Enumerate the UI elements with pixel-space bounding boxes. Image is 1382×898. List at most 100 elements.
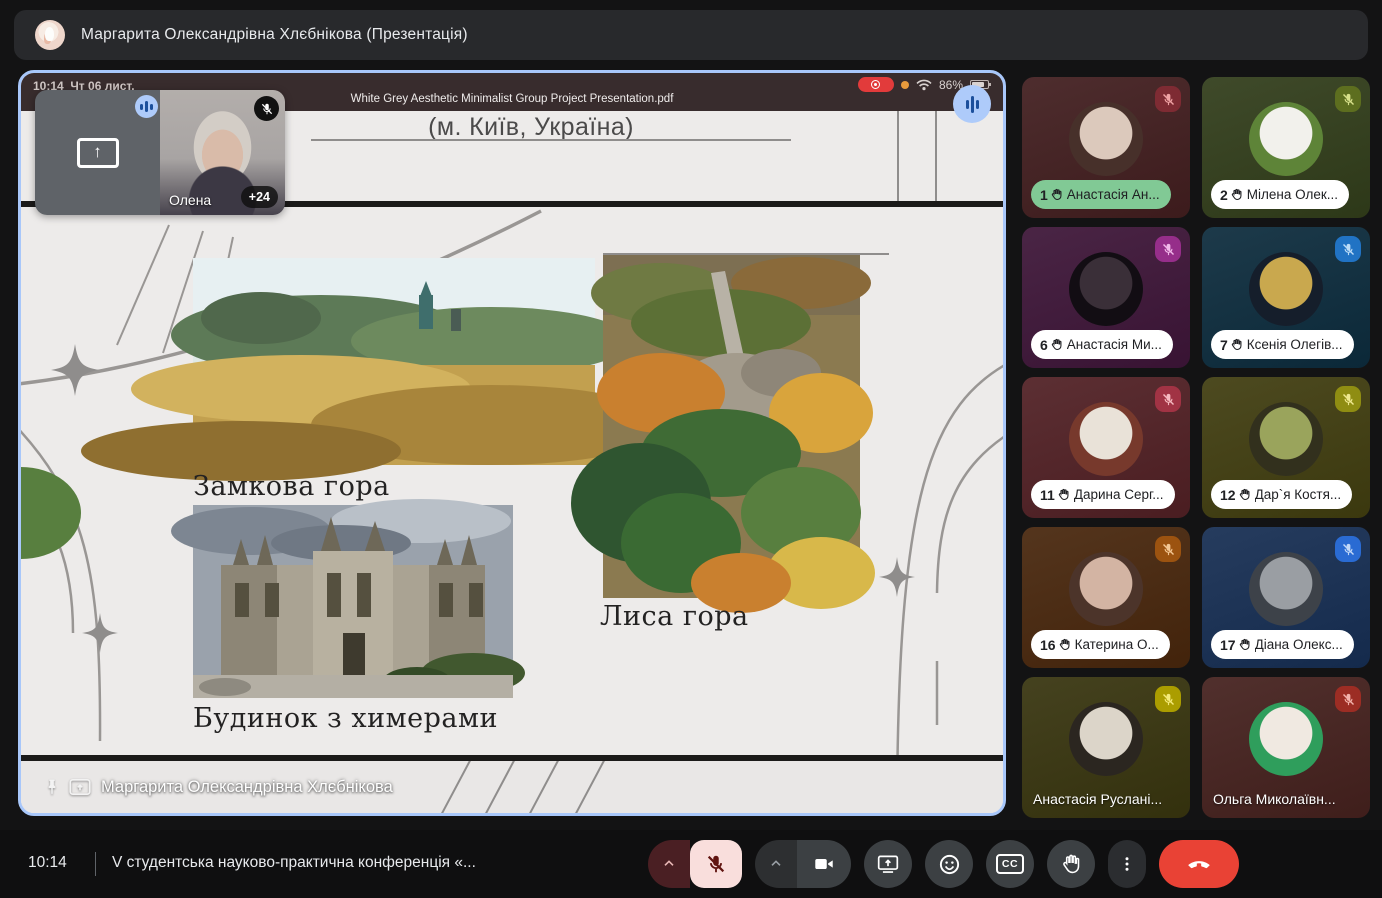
participant-tile[interactable]: Ольга Миколаївн... (1202, 677, 1370, 818)
participant-avatar (1069, 402, 1143, 476)
raised-hand-icon (1238, 638, 1251, 651)
participant-tile[interactable]: 6 Анастасія Ми... (1022, 227, 1190, 368)
meeting-title: V студентська науково-практична конферен… (112, 854, 476, 872)
mic-muted-badge (1335, 686, 1361, 712)
participant-tile[interactable]: Анастасія Руслані... (1022, 677, 1190, 818)
participant-tile[interactable]: 2 Мілена Олек... (1202, 77, 1370, 218)
raised-hand-label: 1 Анастасія Ан... (1031, 180, 1171, 209)
hand-queue-number: 11 (1040, 487, 1055, 503)
hand-queue-number: 1 (1040, 187, 1048, 203)
raised-hand-label: 16 Катерина О... (1031, 630, 1170, 659)
caption-zamkova-hora: Замкова гора (193, 471, 390, 502)
end-call-button[interactable] (1159, 840, 1239, 888)
cc-icon: CC (996, 854, 1024, 874)
participant-avatar (1249, 552, 1323, 626)
raised-hand-icon (1230, 338, 1243, 351)
caption-lysa-hora: Лиса гора (600, 601, 749, 632)
camera-thumbnail-olena[interactable]: Олена +24 (160, 90, 285, 215)
slide-vline (897, 111, 899, 203)
mic-mute-button[interactable] (690, 840, 742, 888)
caption-budynok: Будинок з химерами (193, 703, 498, 734)
hand-queue-number: 7 (1220, 337, 1228, 353)
mic-muted-badge (1155, 386, 1181, 412)
participant-name: Мілена Олек... (1247, 187, 1338, 202)
presenter-avatar (35, 20, 65, 50)
mic-muted-badge (1155, 86, 1181, 112)
thumbnail-audio-indicator (135, 95, 158, 118)
raised-hand-icon (1238, 488, 1251, 501)
raised-hand-label: 6 Анастасія Ми... (1031, 330, 1173, 359)
photo-budynok-z-khymeramy (171, 499, 525, 698)
participant-name: Діана Олекс... (1255, 637, 1343, 652)
presentation-title: Маргарита Олександрівна Хлєбнікова (През… (81, 26, 468, 44)
recording-indicator (858, 77, 894, 92)
participant-tile[interactable]: 12 Дар`я Костя... (1202, 377, 1370, 518)
shared-screen[interactable]: 10:14 Чт 06 лист. White Grey Aesthetic M… (18, 70, 1006, 816)
raised-hand-icon (1230, 188, 1243, 201)
share-audio-indicator (953, 85, 991, 123)
participant-tile[interactable]: 17 Діана Олекс... (1202, 527, 1370, 668)
mic-muted-badge (1155, 236, 1181, 262)
participant-avatar (1249, 252, 1323, 326)
thumbnail-name: Олена (169, 192, 211, 208)
mic-muted-badge (1155, 536, 1181, 562)
participant-avatar (1069, 102, 1143, 176)
meeting-clock: 10:14 (28, 854, 67, 872)
raise-hand-button[interactable] (1047, 840, 1095, 888)
more-participants-badge[interactable]: +24 (241, 186, 278, 208)
presenting-icon (69, 778, 91, 796)
captions-button[interactable]: CC (986, 840, 1034, 888)
participant-avatar (1069, 702, 1143, 776)
participant-name: Анастасія Ми... (1067, 337, 1162, 352)
mic-muted-badge (1335, 86, 1361, 112)
mic-control-group (648, 840, 742, 888)
divider (95, 852, 96, 876)
raised-hand-label: 12 Дар`я Костя... (1211, 480, 1352, 509)
hand-queue-number: 16 (1040, 637, 1056, 653)
raised-hand-icon (1057, 488, 1070, 501)
presenter-name-bar: Маргарита Олександрівна Хлєбнікова (21, 761, 1003, 813)
raised-hand-icon (1050, 338, 1063, 351)
participant-avatar (1069, 252, 1143, 326)
raised-hand-icon (1058, 638, 1071, 651)
participant-tile[interactable]: 7 Ксенія Олегів... (1202, 227, 1370, 368)
hand-queue-number: 2 (1220, 187, 1228, 203)
camera-control-group (755, 840, 851, 888)
screen-share-thumbnail[interactable] (35, 90, 160, 215)
participant-name: Катерина О... (1075, 637, 1159, 652)
participant-name: Ксенія Олегів... (1247, 337, 1343, 352)
camera-options-chevron[interactable] (755, 840, 797, 888)
raised-hand-label: 7 Ксенія Олегів... (1211, 330, 1354, 359)
hand-queue-number: 6 (1040, 337, 1048, 353)
participant-name: Ольга Миколаївн... (1213, 791, 1336, 807)
participant-name: Анастасія Ан... (1067, 187, 1160, 202)
more-options-button[interactable] (1108, 840, 1146, 888)
participant-tile[interactable]: 11 Дарина Серг... (1022, 377, 1190, 518)
mic-muted-icon (254, 96, 279, 121)
participant-avatar (1249, 402, 1323, 476)
slide-heading: (м. Київ, Україна) (251, 113, 811, 142)
slide-vline (935, 111, 937, 203)
reactions-button[interactable] (925, 840, 973, 888)
mic-options-chevron[interactable] (648, 840, 690, 888)
present-button[interactable] (864, 840, 912, 888)
hand-queue-number: 12 (1220, 487, 1236, 503)
raised-hand-label: 17 Діана Олекс... (1211, 630, 1354, 659)
wifi-icon (916, 79, 932, 91)
participant-avatar (1249, 102, 1323, 176)
presenter-name: Маргарита Олександрівна Хлєбнікова (101, 778, 393, 797)
participant-name: Дарина Серг... (1074, 487, 1164, 502)
participant-avatar (1249, 702, 1323, 776)
mic-muted-badge (1155, 686, 1181, 712)
meet-control-bar: 10:14 V студентська науково-практична ко… (0, 830, 1382, 898)
participant-tile[interactable]: 16 Катерина О... (1022, 527, 1190, 668)
photo-zamkova-hora (81, 258, 671, 481)
participant-tile[interactable]: 1 Анастасія Ан... (1022, 77, 1190, 218)
self-thumbnails[interactable]: Олена +24 (35, 90, 285, 215)
mic-in-use-dot (901, 81, 909, 89)
pin-icon[interactable] (43, 778, 61, 796)
camera-button[interactable] (797, 840, 851, 888)
participant-name: Анастасія Руслані... (1033, 791, 1162, 807)
raised-hand-icon (1050, 188, 1063, 201)
mic-muted-badge (1335, 236, 1361, 262)
